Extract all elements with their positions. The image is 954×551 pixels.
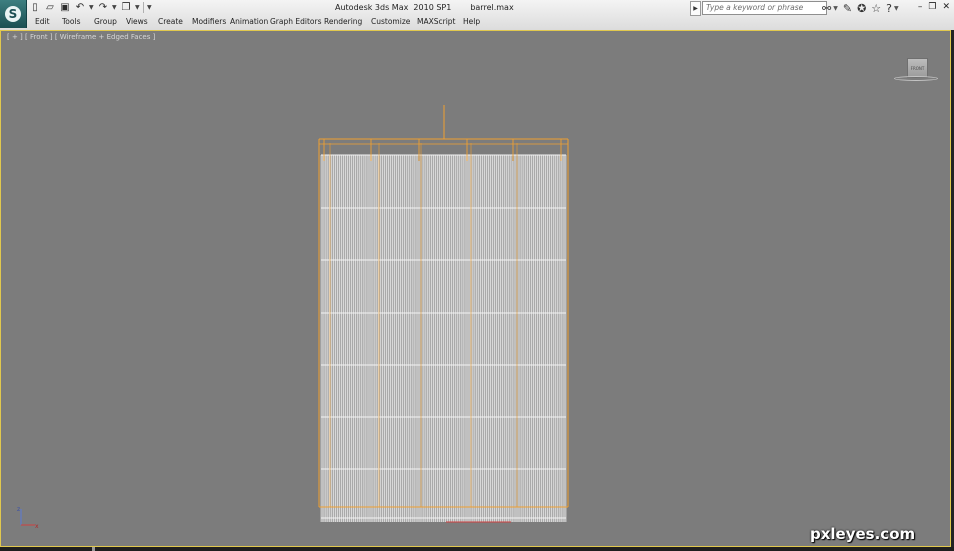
redo-icon[interactable]: ↷: [97, 2, 109, 13]
menu-rendering[interactable]: Rendering: [324, 17, 371, 29]
menu-tools[interactable]: Tools: [62, 17, 94, 29]
front-viewport[interactable]: [ + ] [ Front ] [ Wireframe + Edged Face…: [0, 30, 951, 547]
close-icon[interactable]: ✕: [942, 2, 950, 13]
expand-search-icon[interactable]: ▶: [690, 0, 701, 16]
favorites-icon[interactable]: ☆: [871, 2, 881, 15]
menu-customize[interactable]: Customize: [371, 17, 417, 29]
project-folder-icon[interactable]: ❐: [120, 2, 132, 13]
help-question-icon[interactable]: ?: [886, 2, 892, 15]
status-strip: [0, 547, 954, 551]
axis-x-label: x: [35, 523, 39, 530]
3ds-max-logo-icon: S: [5, 6, 21, 22]
undo-icon[interactable]: ↶: [74, 2, 86, 13]
exchange-icon[interactable]: ✪: [857, 2, 866, 15]
communication-icon[interactable]: ✎: [843, 2, 852, 15]
binoculars-icon[interactable]: ⚯: [822, 2, 831, 15]
menu-animation[interactable]: Animation: [230, 17, 270, 29]
help-dropdown-icon[interactable]: ▼: [894, 5, 899, 12]
app-title: Autodesk 3ds Max 2010 SP1: [335, 3, 452, 12]
restore-icon[interactable]: ❐: [928, 2, 936, 13]
save-icon[interactable]: ▣: [59, 2, 71, 13]
axis-z-label: z: [17, 506, 20, 513]
customize-toolbar-icon[interactable]: ▼: [147, 4, 152, 11]
file-name: barrel.max: [470, 3, 514, 12]
infocenter-tools: ⚯ ▼ ✎ ✪ ☆ ? ▼: [822, 0, 899, 16]
quick-access-toolbar: ▯ ▱ ▣ ↶ ▼ ↷ ▼ ❐ ▼ ▼: [29, 1, 152, 14]
menu-modifiers[interactable]: Modifiers: [192, 17, 230, 29]
toolbar-separator: [143, 2, 144, 13]
project-dropdown-icon[interactable]: ▼: [135, 4, 140, 11]
axis-tripod-icon: z x: [17, 506, 39, 530]
minimize-icon[interactable]: –: [918, 2, 923, 13]
menu-help[interactable]: Help: [463, 17, 487, 29]
time-slider-tick: [92, 547, 95, 551]
redo-dropdown-icon[interactable]: ▼: [112, 4, 117, 11]
infocenter: ▶ Type a keyword or phrase: [690, 0, 827, 16]
menu-group[interactable]: Group: [94, 17, 126, 29]
menu-edit[interactable]: Edit: [35, 17, 62, 29]
menu-create[interactable]: Create: [158, 17, 192, 29]
search-dropdown-icon[interactable]: ▼: [833, 5, 838, 12]
title-bar: S ▯ ▱ ▣ ↶ ▼ ↷ ▼ ❐ ▼ ▼ Autodesk 3ds Max 2…: [0, 0, 954, 31]
open-file-icon[interactable]: ▱: [44, 2, 56, 13]
menu-views[interactable]: Views: [126, 17, 158, 29]
new-file-icon[interactable]: ▯: [29, 2, 41, 13]
barrel-mesh[interactable]: [1, 31, 950, 546]
application-button[interactable]: S: [0, 0, 27, 28]
search-input[interactable]: Type a keyword or phrase: [702, 1, 827, 15]
menu-maxscript[interactable]: MAXScript: [417, 17, 463, 29]
watermark: pxleyes.com: [810, 525, 916, 543]
menu-bar: Edit Tools Group Views Create Modifiers …: [29, 17, 487, 29]
menu-graph-editors[interactable]: Graph Editors: [270, 17, 324, 29]
window-controls: – ❐ ✕: [918, 2, 950, 13]
undo-dropdown-icon[interactable]: ▼: [89, 4, 94, 11]
window-title: Autodesk 3ds Max 2010 SP1 barrel.max: [335, 3, 514, 12]
